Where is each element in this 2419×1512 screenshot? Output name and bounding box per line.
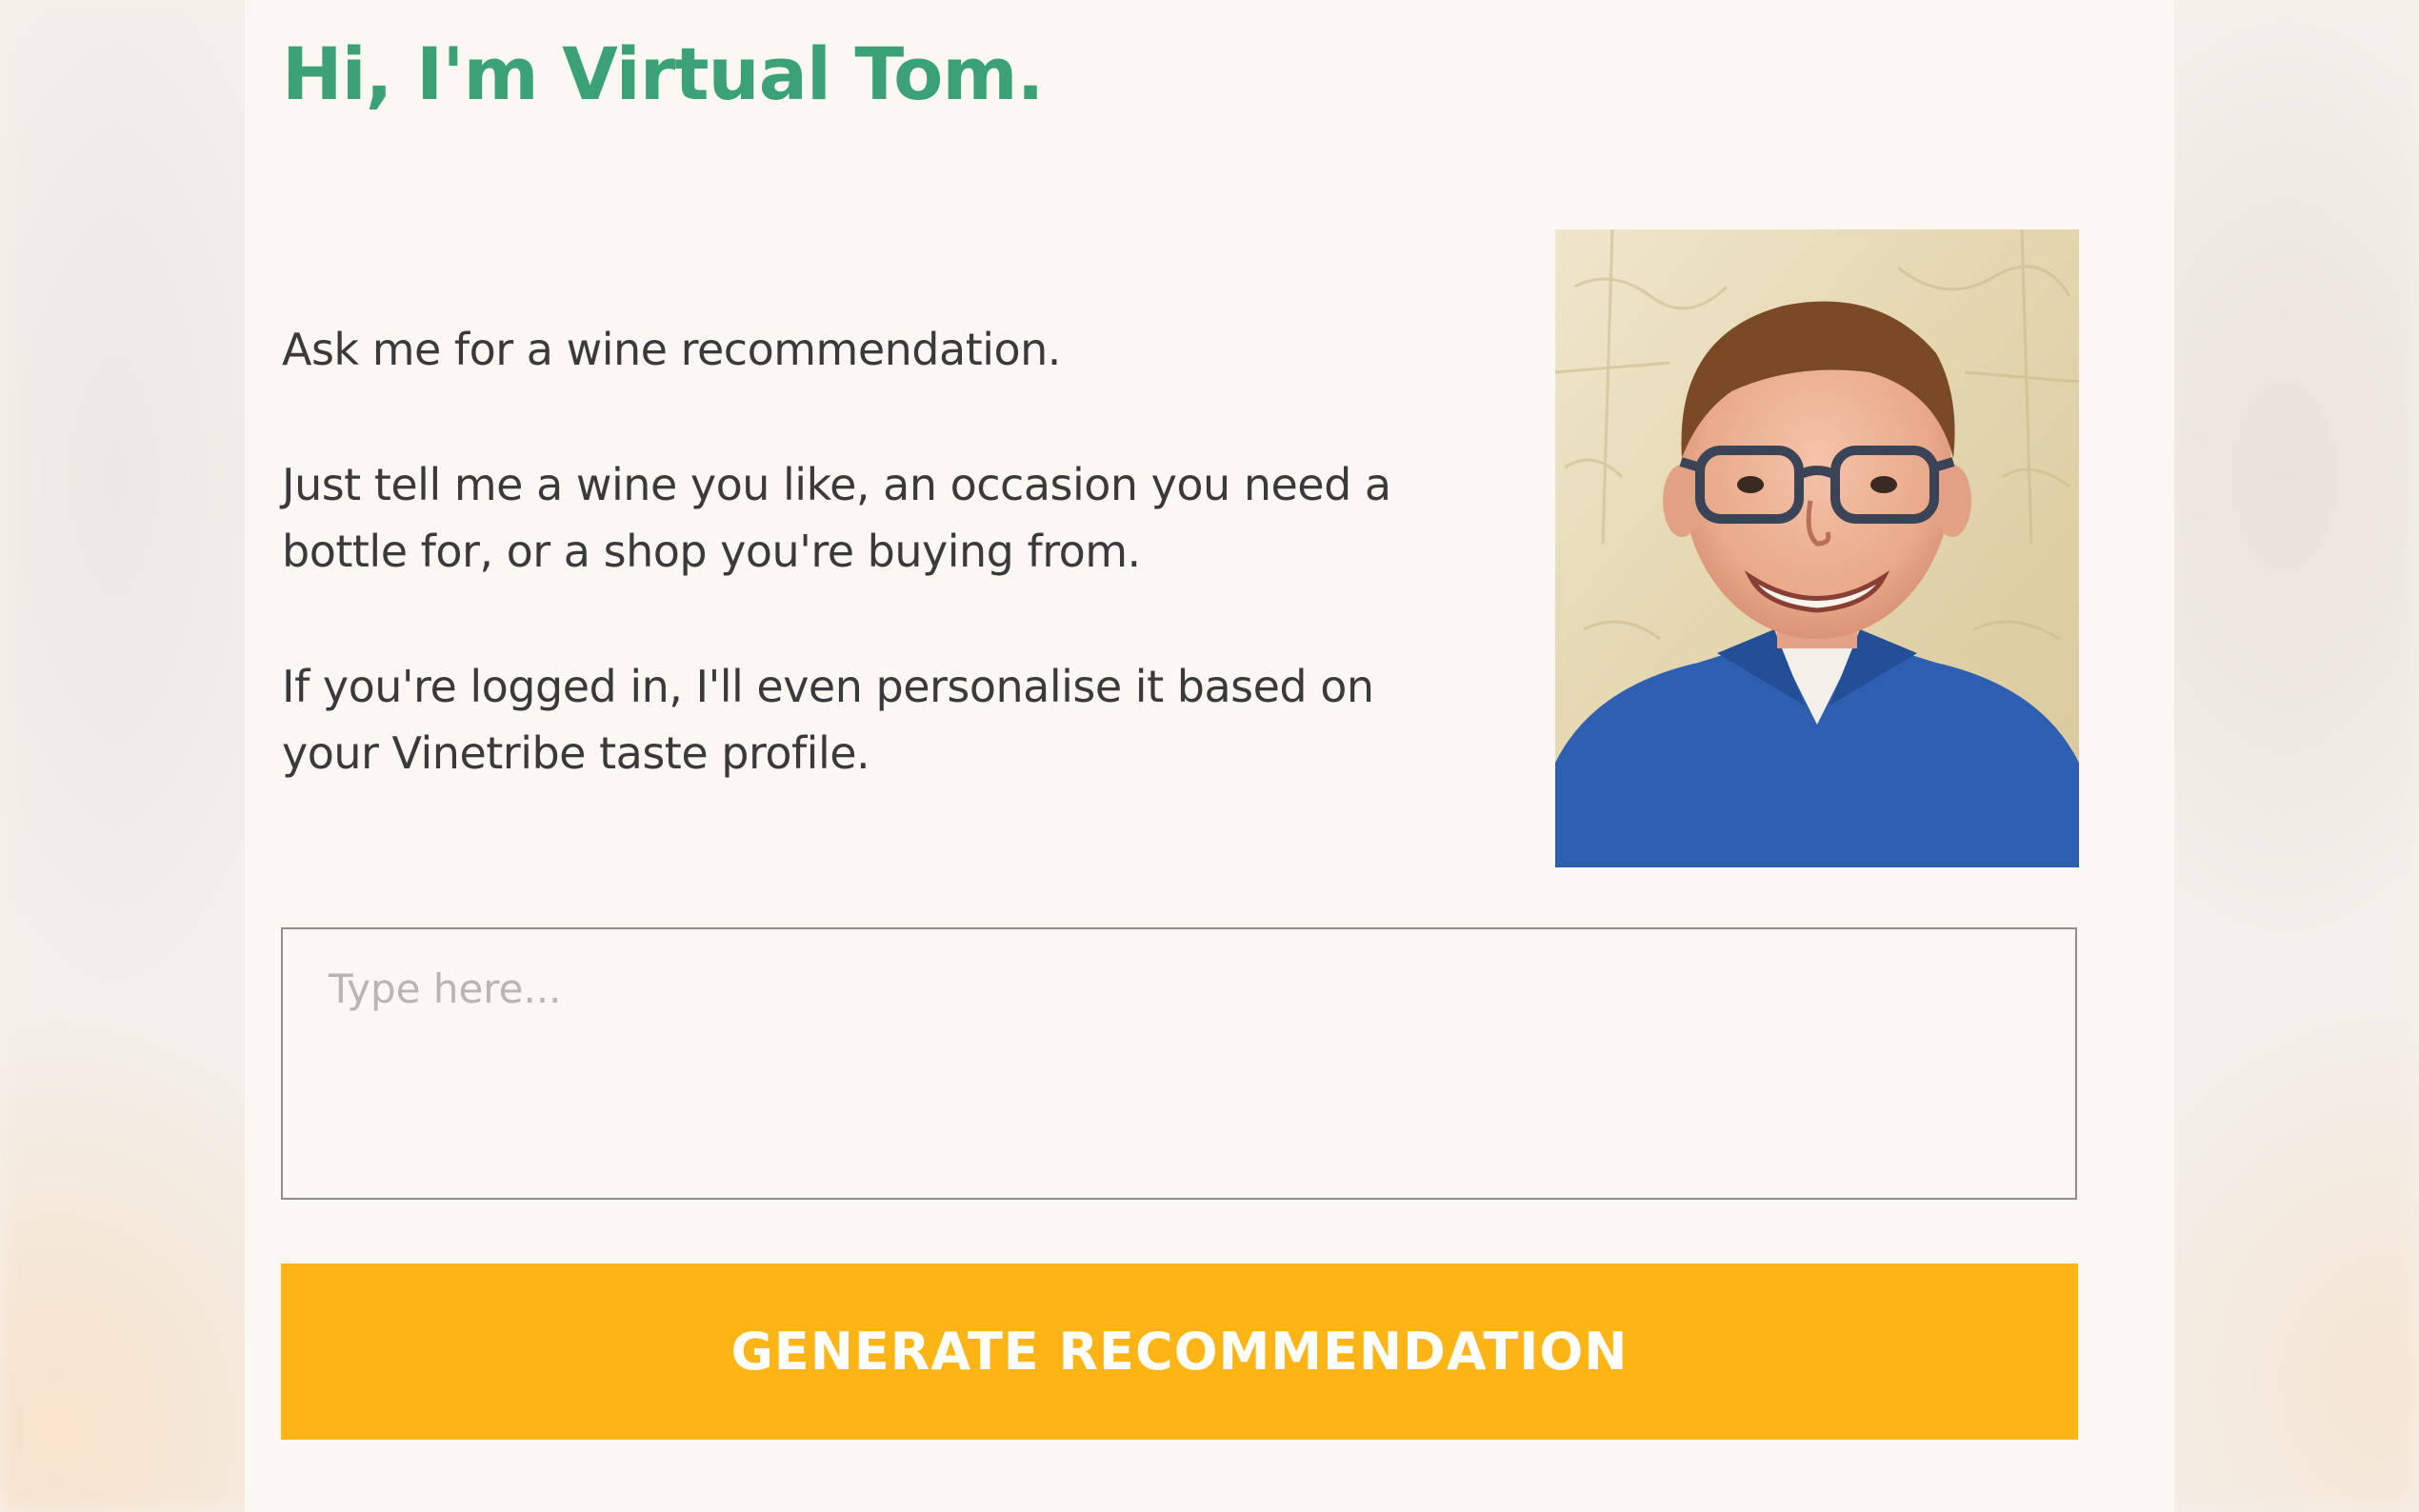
generate-recommendation-button[interactable]: GENERATE RECOMMENDATION [281, 1263, 2078, 1440]
intro-line-1: Ask me for a wine recommendation. [282, 324, 1061, 375]
intro-line-2: Just tell me a wine you like, an occasio… [282, 459, 1391, 577]
recommendation-input[interactable] [281, 927, 2077, 1200]
intro-text: Ask me for a wine recommendation. Just t… [282, 316, 1472, 855]
page-title: Hi, I'm Virtual Tom. [282, 31, 1044, 116]
intro-line-3: If you're logged in, I'll even personali… [282, 661, 1374, 779]
avatar [1555, 229, 2079, 867]
recommendation-card: Hi, I'm Virtual Tom. Ask me for a wine r… [245, 0, 2174, 1512]
